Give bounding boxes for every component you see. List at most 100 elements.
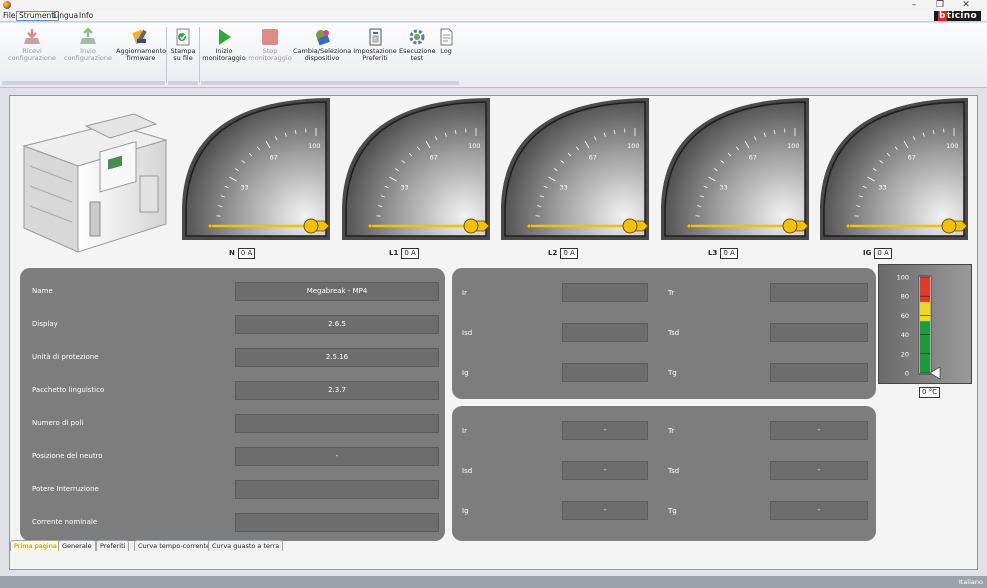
toolbar-group-config: Ricevi configurazione Invio configurazio… [2, 25, 166, 85]
gauge-hub [941, 218, 957, 234]
tab-curva-guasto-terra[interactable]: Curva guasto a terra [208, 540, 284, 551]
thermometer-band-red [920, 277, 930, 302]
protection-label: Ig [462, 507, 469, 515]
protection-label: Ir [462, 289, 467, 297]
toolbar-separator [166, 27, 167, 83]
favorites-button[interactable]: Impostazione Preferiti [351, 27, 399, 62]
gauge-l3: 33 67 100 [659, 96, 811, 242]
maximize-button[interactable]: ❐ [929, 0, 951, 10]
close-button[interactable]: ✕ [955, 0, 977, 10]
favorites-icon [369, 28, 382, 46]
print-file-icon [176, 28, 190, 46]
gauge-name: L3 [708, 249, 718, 257]
toolbar-group-footer [201, 81, 459, 85]
main-panel: 33 67 100 N 0 A 33 67 100 L1 0 A 33 67 100 L2 0 A 33 67 1… [9, 95, 978, 570]
device-info-panel: Name Megabreak - MP4 Display 2.6.5 Unità di … [20, 268, 445, 541]
gauge-label-l1: L1 0 A [389, 247, 419, 259]
protection-value: - [562, 421, 648, 440]
run-test-button[interactable]: Esecuzione test [399, 27, 436, 62]
thermometer-scale: 100 80 60 40 20 0 [897, 274, 941, 380]
gauge-dial: 33 67 100 [501, 98, 649, 240]
send-config-button[interactable]: Invio configurazione [60, 27, 116, 62]
toolbar-separator [199, 27, 200, 83]
gauge-label-ig: IG 0 A [863, 247, 892, 259]
gauge-tick-label: 100 [946, 142, 958, 150]
device-info-label: Potere Interruzione [32, 485, 99, 493]
change-device-icon [316, 30, 331, 46]
protection-value [770, 283, 868, 302]
log-button[interactable]: Log [435, 27, 457, 55]
gauge-tick-label: 100 [627, 142, 639, 150]
device-info-label: Unità di protezione [32, 353, 99, 361]
status-language: Italiano [958, 578, 983, 586]
thermometer-tick-label: 100 [897, 274, 909, 282]
protection-value [562, 323, 648, 342]
gauge-hub [303, 218, 319, 234]
gauge-ig: 33 67 100 [818, 96, 970, 242]
tab-curva-tempo-corrente[interactable]: Curva tempo-corrente [134, 540, 214, 551]
tab-preferiti[interactable]: Preferiti [96, 540, 130, 551]
gauge-value: 0 A [401, 248, 419, 259]
gauge-label-n: N0 A [229, 247, 256, 259]
protection-label: Tg [668, 507, 677, 515]
device-info-label: Name [32, 287, 53, 295]
gauge-label-l3: L3 0 A [708, 247, 738, 259]
thermometer-pointer [929, 366, 941, 380]
toolbar: Ricevi configurazione Invio configurazio… [0, 23, 987, 88]
stop-icon [262, 29, 278, 45]
toolbar-group-print: Stampa su file [168, 25, 198, 85]
send-config-icon [80, 27, 96, 44]
gauge-dial: 33 67 100 [182, 98, 330, 240]
minimize-button[interactable]: – [903, 0, 925, 10]
receive-config-icon [24, 29, 40, 44]
stop-monitor-button[interactable]: Stop monitoraggio [247, 27, 293, 62]
protection-value [562, 283, 648, 302]
gauge-value: 0 A [720, 248, 738, 259]
protection-value [770, 323, 868, 342]
start-monitor-button[interactable]: Inizio monitoraggio [201, 27, 247, 62]
protection-label: Ig [462, 369, 469, 377]
protection-settings-panel-top: Ir Tr Isd Tsd Ig Tg [452, 268, 876, 399]
protection-value: - [562, 501, 648, 520]
gauge-l2: 33 67 100 [499, 96, 651, 242]
firmware-icon [132, 29, 147, 45]
device-info-label: Pacchetto linguistico [32, 386, 105, 394]
protection-value: - [562, 461, 648, 480]
thermometer-band-green [920, 321, 930, 373]
device-info-value [235, 513, 439, 532]
gauge-tick-label: 67 [589, 154, 597, 162]
device-info-value [235, 480, 439, 499]
protection-value: - [770, 501, 868, 520]
menu-info[interactable]: Info [77, 11, 95, 21]
app-icon [3, 1, 11, 9]
protection-label: Isd [462, 467, 473, 475]
tab-generale[interactable]: Generale [58, 540, 96, 551]
change-device-button[interactable]: Cambia/Seleziona dispositivo [293, 27, 351, 62]
device-info-value [235, 414, 439, 433]
menu-lingua[interactable]: Lingua [51, 11, 80, 21]
thermometer-band-yellow [920, 301, 930, 322]
receive-config-button[interactable]: Ricevi configurazione [4, 27, 60, 62]
gauge-n: 33 67 100 [180, 96, 332, 242]
gauge-tick-label: 33 [240, 183, 248, 191]
toolbar-group-footer [168, 81, 198, 85]
device-info-value: 2.5.16 [235, 348, 439, 367]
print-file-button[interactable]: Stampa su file [168, 27, 198, 62]
protection-label: Tg [668, 369, 677, 377]
gauge-name: L1 [389, 249, 399, 257]
thermometer-tick-label: 20 [901, 350, 909, 358]
gauge-dial: 33 67 100 [661, 98, 809, 240]
temperature-value: 0 °C [919, 387, 941, 398]
tab-prima-pagina[interactable]: Prima pagina [10, 540, 61, 551]
gauge-tick-label: 100 [787, 142, 799, 150]
protection-label: Tr [668, 289, 675, 297]
gauge-hub [463, 218, 479, 234]
device-info-label: Posizione del neutro [32, 452, 103, 460]
gauge-name: IG [863, 249, 872, 257]
update-firmware-button[interactable]: Aggiornamento firmware [116, 27, 166, 62]
status-bar: Italiano [0, 576, 987, 588]
gauge-l1: 33 67 100 [340, 96, 492, 242]
gauge-value: 0 A [237, 248, 256, 259]
protection-value: - [770, 461, 868, 480]
protection-value: - [770, 421, 868, 440]
